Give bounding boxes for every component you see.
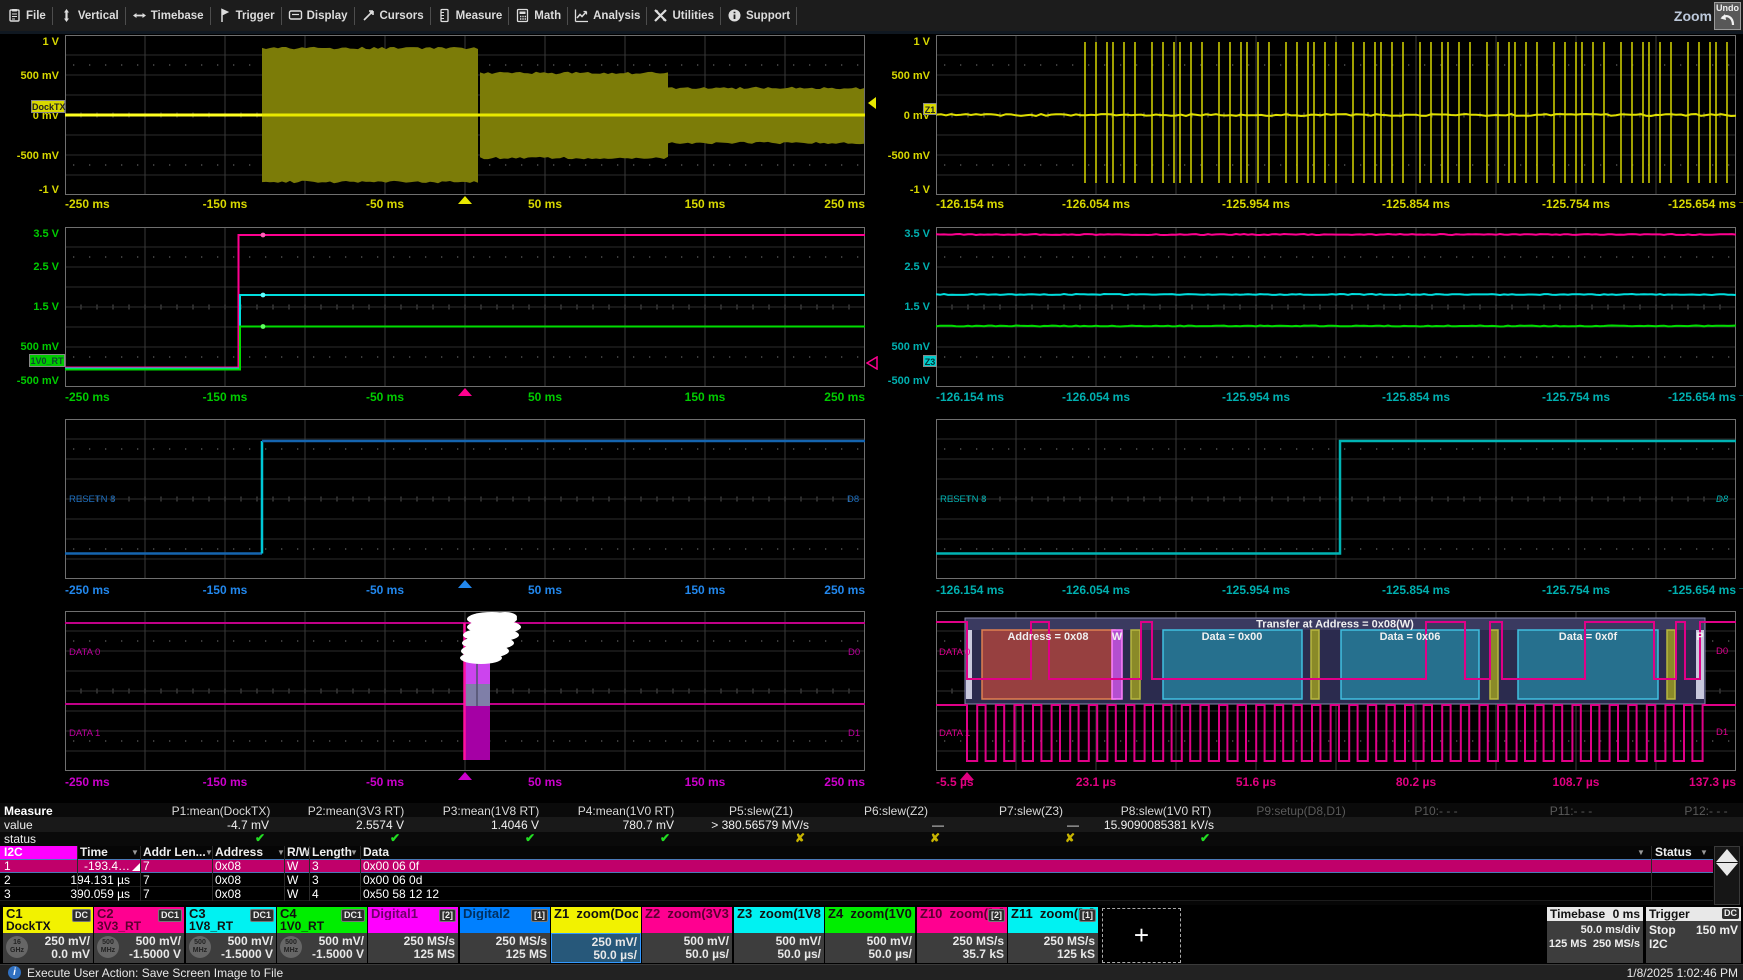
svg-text:DATA 1: DATA 1 bbox=[939, 728, 970, 739]
svg-text:DATA 0: DATA 0 bbox=[939, 647, 970, 658]
svg-text:DATA 0: DATA 0 bbox=[69, 647, 100, 658]
svg-text:D8: D8 bbox=[1716, 494, 1729, 505]
svg-text:Address = 0x08: Address = 0x08 bbox=[1007, 631, 1088, 643]
svg-text:Transfer at Address = 0x08(W): Transfer at Address = 0x08(W) bbox=[1256, 619, 1414, 631]
svg-text:D0: D0 bbox=[848, 647, 860, 658]
svg-text:D8: D8 bbox=[847, 494, 859, 505]
svg-text:P: P bbox=[1696, 631, 1703, 643]
svg-text:RESETN 8: RESETN 8 bbox=[69, 494, 115, 505]
svg-text:RESETN 8: RESETN 8 bbox=[940, 494, 986, 505]
svg-text:DATA 1: DATA 1 bbox=[69, 728, 100, 739]
svg-text:Data = 0x0f: Data = 0x0f bbox=[1559, 631, 1618, 643]
svg-text:Data = 0x00: Data = 0x00 bbox=[1202, 631, 1263, 643]
svg-text:W: W bbox=[1112, 631, 1123, 643]
svg-text:Data = 0x06: Data = 0x06 bbox=[1380, 631, 1441, 643]
svg-text:D1: D1 bbox=[848, 728, 860, 739]
